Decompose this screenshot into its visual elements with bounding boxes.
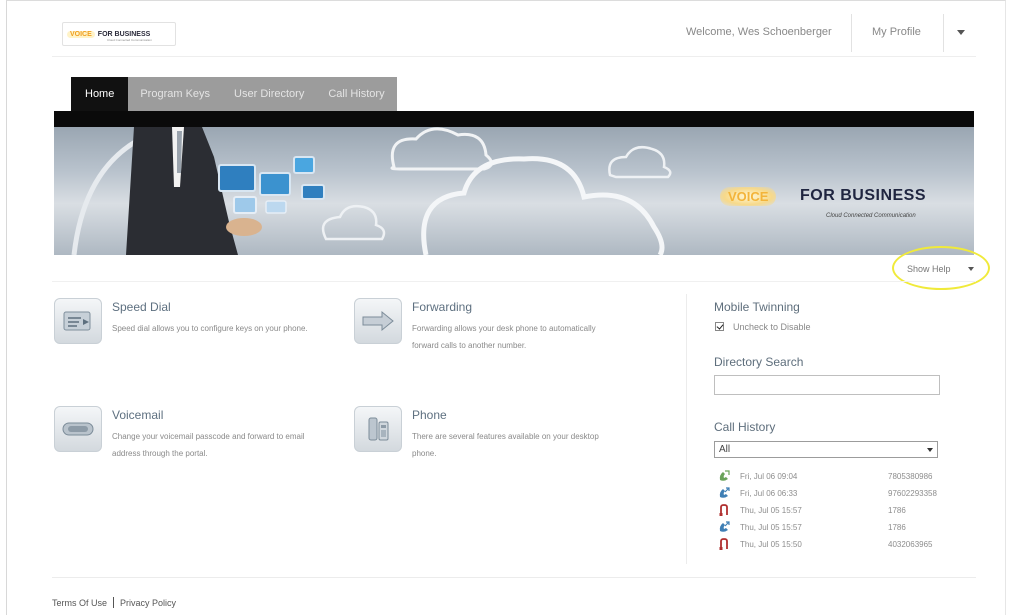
keypad-icon[interactable] <box>54 298 102 344</box>
call-number: 1786 <box>888 506 906 515</box>
content-divider <box>52 281 976 282</box>
call-number: 7805380986 <box>888 472 933 481</box>
missed-call-icon <box>719 538 728 550</box>
feature-forwarding: Forwarding Forwarding allows your desk p… <box>354 298 596 378</box>
tab-program-keys[interactable]: Program Keys <box>128 77 222 111</box>
call-datetime: Thu, Jul 05 15:57 <box>740 506 802 515</box>
banner-logo: VOICE FOR BUSINESS Cloud Connected Commu… <box>720 175 946 227</box>
chevron-down-icon[interactable] <box>927 448 933 452</box>
call-history-filter-select[interactable]: All <box>714 441 938 458</box>
voicemail-title[interactable]: Voicemail <box>112 408 163 422</box>
device-laptop <box>259 172 291 196</box>
device-small <box>265 200 287 214</box>
caret-down-icon[interactable] <box>957 30 965 35</box>
forwarding-description: Forwarding allows your desk phone to aut… <box>412 324 596 350</box>
speed-dial-description: Speed dial allows you to configure keys … <box>112 324 308 333</box>
call-number: 4032063965 <box>888 540 933 549</box>
outgoing-call-icon <box>719 487 730 498</box>
terms-of-use-link[interactable]: Terms Of Use <box>52 598 107 608</box>
phone-title[interactable]: Phone <box>412 408 447 422</box>
banner-logo-business: FOR BUSINESS <box>800 187 927 204</box>
businessman-hand <box>226 218 262 236</box>
forwarding-title[interactable]: Forwarding <box>412 300 472 314</box>
logo-voice-text: VOICE <box>67 30 95 38</box>
logo-business-text: FOR BUSINESS <box>97 30 151 38</box>
voicemail-description: Change your voicemail passcode and forwa… <box>112 432 305 458</box>
call-datetime: Thu, Jul 05 15:57 <box>740 523 802 532</box>
call-history-row[interactable]: Thu, Jul 05 15:50 4032063965 <box>718 538 958 553</box>
header-divider <box>851 14 852 52</box>
forward-arrow-icon[interactable] <box>354 298 402 344</box>
tab-user-directory[interactable]: User Directory <box>222 77 316 111</box>
phone-description: There are several features available on … <box>412 432 599 458</box>
main-tabs: Home Program Keys User Directory Call Hi… <box>71 77 397 111</box>
feature-phone: Phone There are several features availab… <box>354 406 599 466</box>
call-history-row[interactable]: Fri, Jul 06 09:04 7805380986 <box>718 470 958 485</box>
feature-speed-dial: Speed Dial Speed dial allows you to conf… <box>54 298 308 358</box>
header-divider <box>943 14 944 52</box>
right-panel-divider <box>686 294 687 564</box>
call-history-row[interactable]: Thu, Jul 05 15:57 1786 <box>718 521 958 536</box>
tab-call-history[interactable]: Call History <box>316 77 396 111</box>
call-history-heading: Call History <box>714 420 776 434</box>
outgoing-call-icon <box>719 521 730 532</box>
banner-logo-subtitle: Cloud Connected Communication <box>826 213 916 219</box>
highlight-circle <box>892 246 990 290</box>
my-profile-link[interactable]: My Profile <box>872 26 921 38</box>
call-number: 97602293358 <box>888 489 937 498</box>
tab-home[interactable]: Home <box>71 77 129 111</box>
device-screen <box>293 156 315 174</box>
mobile-twinning-checkbox-label: Uncheck to Disable <box>733 322 811 332</box>
footer: Terms Of Use Privacy Policy <box>52 597 176 608</box>
footer-separator <box>113 597 115 608</box>
footer-rule <box>52 577 976 578</box>
desk-phone-icon[interactable] <box>354 406 402 452</box>
speed-dial-title[interactable]: Speed Dial <box>112 300 171 314</box>
hero-banner: VOICE FOR BUSINESS Cloud Connected Commu… <box>54 127 974 255</box>
device-monitor <box>301 184 325 200</box>
privacy-policy-link[interactable]: Privacy Policy <box>120 598 176 608</box>
call-datetime: Fri, Jul 06 09:04 <box>740 472 798 481</box>
mobile-twinning-heading: Mobile Twinning <box>714 300 800 314</box>
call-datetime: Fri, Jul 06 06:33 <box>740 489 798 498</box>
mobile-twinning-checkbox[interactable] <box>715 322 724 331</box>
welcome-message: Welcome, Wes Schoenberger <box>686 26 832 38</box>
call-number: 1786 <box>888 523 906 532</box>
device-tablet <box>218 164 256 192</box>
tab-underline-bar <box>54 111 974 127</box>
device-phone <box>233 196 257 214</box>
cloud-outline <box>390 127 493 171</box>
cloud-outline-large <box>421 156 665 255</box>
directory-search-input[interactable] <box>714 375 940 395</box>
directory-search-heading: Directory Search <box>714 355 804 369</box>
brand-logo[interactable]: VOICE FOR BUSINESS Cloud Connected Commu… <box>62 22 176 46</box>
feature-voicemail: Voicemail Change your voicemail passcode… <box>54 406 305 486</box>
voicemail-icon[interactable] <box>54 406 102 452</box>
call-datetime: Thu, Jul 05 15:50 <box>740 540 802 549</box>
call-history-row[interactable]: Fri, Jul 06 06:33 97602293358 <box>718 487 958 502</box>
cloud-outline-small <box>608 146 672 179</box>
incoming-call-icon <box>719 470 730 481</box>
missed-call-icon <box>719 504 728 516</box>
logo-subtitle: Cloud Connected Communication <box>107 38 152 42</box>
call-history-row[interactable]: Thu, Jul 05 15:57 1786 <box>718 504 958 519</box>
cloud-outline-small <box>321 204 386 241</box>
header: VOICE FOR BUSINESS Cloud Connected Commu… <box>0 0 1012 56</box>
banner-logo-voice: VOICE <box>720 187 777 206</box>
header-rule <box>52 56 976 57</box>
